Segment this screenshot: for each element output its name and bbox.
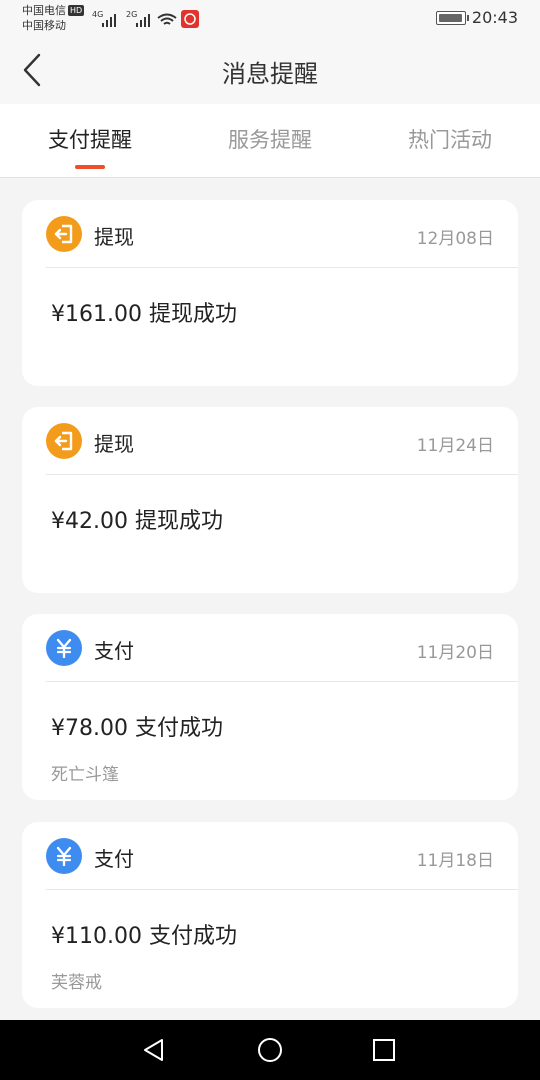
signal-icons: 4G 2G [92, 8, 202, 28]
card-header: 提现 11月24日 [46, 423, 518, 475]
carrier-info: 中国电信 HD 中国移动 [22, 3, 85, 33]
message-type: 提现 [94, 432, 134, 456]
message-amount: ¥42.00 提现成功 [51, 509, 223, 534]
card-header: 支付 11月20日 [46, 630, 518, 682]
message-subtitle: 死亡斗篷 [51, 765, 119, 785]
nav-recents-button[interactable] [368, 1034, 400, 1066]
title-bar: 消息提醒 [0, 38, 540, 104]
network-4g-label: 4G [92, 10, 103, 19]
hd-badge: HD [68, 5, 85, 16]
message-card[interactable]: 支付 11月18日 ¥110.00 支付成功 芙蓉戒 [22, 822, 518, 1008]
message-card[interactable]: 提现 12月08日 ¥161.00 提现成功 [22, 200, 518, 386]
carrier-2: 中国移动 [22, 19, 66, 32]
nav-home-button[interactable] [254, 1034, 286, 1066]
withdraw-icon [46, 423, 82, 459]
status-bar: 中国电信 HD 中国移动 4G 2G 20:43 [0, 0, 540, 38]
signal-strength-icon [102, 14, 116, 27]
network-2g-label: 2G [126, 10, 137, 19]
yuan-icon [46, 838, 82, 874]
yuan-icon [46, 630, 82, 666]
message-list[interactable]: 提现 12月08日 ¥161.00 提现成功 提现 11月24日 ¥42.00 … [0, 179, 540, 1020]
tab-hot-activities[interactable]: 热门活动 [360, 124, 540, 154]
message-card[interactable]: 提现 11月24日 ¥42.00 提现成功 [22, 407, 518, 593]
nav-back-button[interactable] [138, 1034, 170, 1066]
wifi-icon [157, 13, 177, 25]
battery-icon [435, 10, 469, 25]
message-type: 支付 [94, 639, 134, 663]
message-amount: ¥110.00 支付成功 [51, 924, 237, 949]
tab-bar: 支付提醒 服务提醒 热门活动 [0, 104, 540, 178]
page-title: 消息提醒 [222, 60, 318, 88]
message-date: 11月18日 [416, 851, 494, 871]
carrier-1: 中国电信 [22, 4, 66, 17]
message-date: 11月20日 [416, 643, 494, 663]
message-subtitle: 芙蓉戒 [51, 973, 102, 993]
status-right: 20:43 [435, 8, 518, 27]
message-type: 支付 [94, 847, 134, 871]
circle-home-icon [258, 1038, 282, 1062]
signal-strength-icon-2 [136, 14, 150, 27]
card-header: 提现 12月08日 [46, 216, 518, 268]
triangle-back-icon [144, 1039, 163, 1061]
message-card[interactable]: 支付 11月20日 ¥78.00 支付成功 死亡斗篷 [22, 614, 518, 800]
card-header: 支付 11月18日 [46, 838, 518, 890]
tab-service-reminder[interactable]: 服务提醒 [180, 124, 360, 154]
message-amount: ¥161.00 提现成功 [51, 302, 237, 327]
active-tab-indicator [75, 165, 105, 169]
tab-payment-reminder[interactable]: 支付提醒 [0, 124, 180, 154]
message-amount: ¥78.00 支付成功 [51, 716, 223, 741]
status-time: 20:43 [471, 8, 518, 27]
square-recents-icon [373, 1039, 395, 1061]
app-notification-icon [181, 10, 199, 28]
message-date: 11月24日 [416, 436, 494, 456]
message-date: 12月08日 [416, 229, 494, 249]
message-type: 提现 [94, 225, 134, 249]
battery-level [438, 13, 462, 22]
withdraw-icon [46, 216, 82, 252]
system-nav-bar [0, 1020, 540, 1080]
